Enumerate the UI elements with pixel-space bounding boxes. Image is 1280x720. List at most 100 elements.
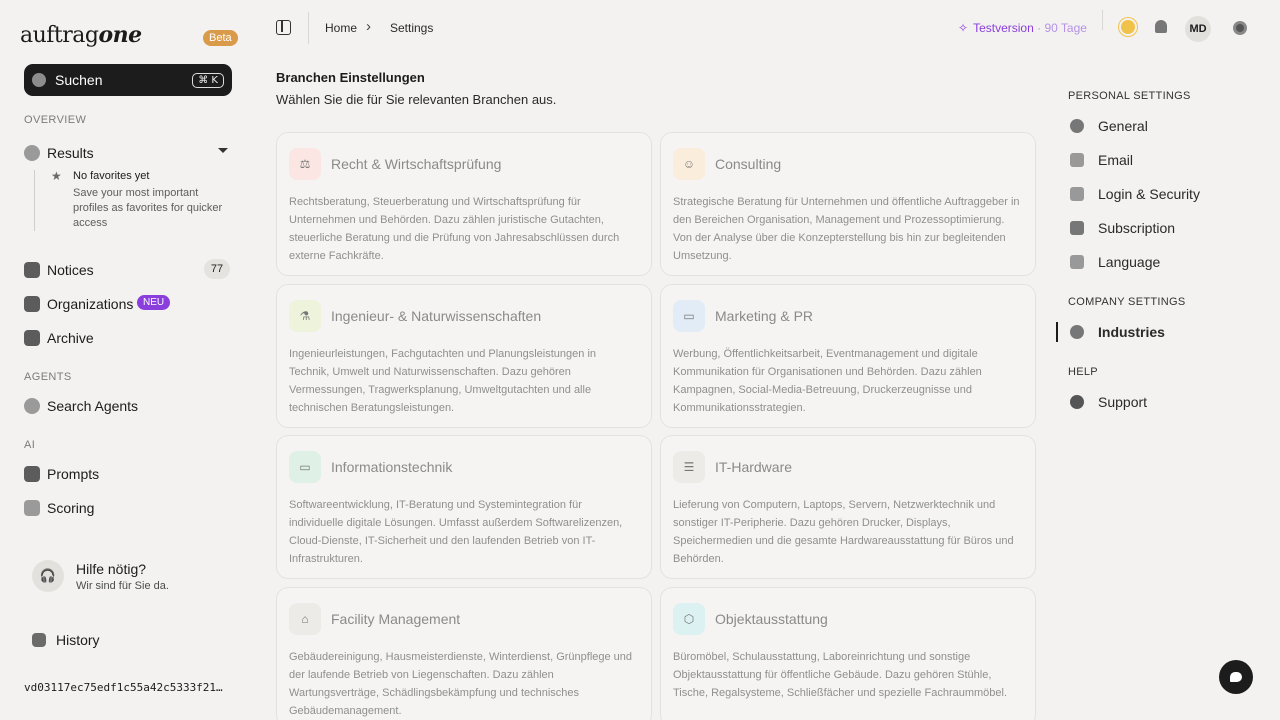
sidebar-item-results[interactable]: Results (24, 145, 94, 161)
scoring-icon (24, 500, 40, 516)
gear-icon[interactable] (1233, 21, 1247, 35)
user-icon (1070, 119, 1084, 133)
sparkle-icon: ✧ (958, 21, 969, 35)
industry-card[interactable]: ⬡ Objektausstattung Büromöbel, Schulauss… (660, 587, 1036, 720)
page-subtitle: Wählen Sie die für Sie relevanten Branch… (276, 92, 557, 107)
card-description: Büromöbel, Schulausstattung, Laboreinric… (673, 651, 1008, 699)
breadcrumb-settings: Settings (390, 21, 434, 35)
card-title: Marketing & PR (715, 308, 814, 324)
card-title: Consulting (715, 156, 782, 172)
industry-card[interactable]: ⚖ Recht & Wirtschaftsprüfung Rechtsberat… (276, 132, 652, 276)
card-title: Informationstechnik (331, 459, 453, 475)
settings-item-industries[interactable]: Industries (1070, 324, 1165, 340)
industry-card[interactable]: ☺ Consulting Strategische Beratung für U… (660, 132, 1036, 276)
megaphone-icon: ▭ (673, 300, 705, 332)
flask-icon: ⚗ (289, 300, 321, 332)
divider (308, 12, 309, 44)
search-icon (32, 73, 46, 87)
settings-item-email[interactable]: Email (1070, 152, 1133, 168)
organizations-icon (24, 296, 40, 312)
mail-icon (1070, 153, 1084, 167)
sidebar-item-organizations[interactable]: Organizations (24, 296, 133, 312)
avatar[interactable]: MD (1185, 16, 1211, 42)
help-title: Hilfe nötig? (76, 560, 147, 577)
search-button[interactable]: Suchen ⌘ K (24, 64, 232, 96)
favorites-empty: ★ No favorites yet Save your most importa… (34, 169, 234, 231)
monitor-icon: ▭ (289, 451, 321, 483)
history-icon (32, 633, 46, 647)
star-icon: ★ (51, 169, 62, 183)
card-title: Recht & Wirtschaftsprüfung (331, 156, 502, 172)
language-icon (1070, 255, 1084, 269)
shield-icon (1070, 187, 1084, 201)
industry-card[interactable]: ⚗ Ingenieur- & Naturwissenschaften Ingen… (276, 284, 652, 428)
card-description: Gebäudereinigung, Hausmeisterdienste, Wi… (289, 651, 633, 717)
chip-icon (24, 466, 40, 482)
headset-icon: 🎧 (32, 560, 64, 592)
search-shortcut: ⌘ K (192, 72, 224, 88)
version-hash: vd03117ec75edf1c55a42c5333f21… (24, 681, 223, 694)
card-description: Softwareentwicklung, IT-Beratung und Sys… (289, 499, 623, 565)
help-card[interactable]: 🎧 Hilfe nötig? Wir sind für Sie da. (24, 552, 234, 600)
settings-item-general[interactable]: General (1070, 118, 1148, 134)
archive-icon (24, 330, 40, 346)
divider (1102, 10, 1103, 30)
sidebar-item-archive[interactable]: Archive (24, 330, 94, 346)
beta-badge: Beta (203, 30, 238, 46)
settings-item-language[interactable]: Language (1070, 254, 1160, 270)
card-description: Werbung, Öffentlichkeitsarbeit, Eventman… (673, 348, 982, 414)
industry-card[interactable]: ☰ IT-Hardware Lieferung von Computern, L… (660, 435, 1036, 579)
notices-count: 77 (204, 259, 230, 279)
topbar: Home › Settings ✧ Testversion · 90 Tage M… (248, 0, 1280, 56)
chat-button[interactable] (1219, 660, 1253, 694)
industry-card[interactable]: ▭ Marketing & PR Werbung, Öffentlichkeit… (660, 284, 1036, 428)
people-icon: ☺ (673, 148, 705, 180)
history-button[interactable]: History (32, 632, 100, 648)
lifebuoy-icon (1070, 395, 1084, 409)
active-indicator (1056, 322, 1058, 342)
section-agents: AGENTS (24, 371, 72, 383)
card-description: Strategische Beratung für Unternehmen un… (673, 196, 1020, 262)
sun-icon[interactable] (1121, 20, 1135, 34)
search-agent-icon (24, 398, 40, 414)
logo[interactable]: auftragone (20, 22, 142, 48)
card-description: Lieferung von Computern, Laptops, Server… (673, 499, 1014, 565)
house-icon: ⌂ (289, 603, 321, 635)
card-title: Facility Management (331, 611, 461, 627)
section-overview: OVERVIEW (24, 114, 87, 126)
server-icon: ☰ (673, 451, 705, 483)
settings-item-support[interactable]: Support (1070, 394, 1147, 410)
sidebar-item-prompts[interactable]: Prompts (24, 466, 99, 482)
card-title: IT-Hardware (715, 459, 793, 475)
section-help: HELP (1068, 366, 1098, 378)
chevron-down-icon[interactable] (218, 148, 228, 153)
scale-icon: ⚖ (289, 148, 321, 180)
section-personal-settings: PERSONAL SETTINGS (1068, 90, 1191, 102)
breadcrumb-home[interactable]: Home (325, 21, 357, 35)
trial-status[interactable]: ✧ Testversion · 90 Tage (958, 21, 1087, 35)
bell-icon[interactable] (1155, 20, 1167, 33)
sidebar-item-scoring[interactable]: Scoring (24, 500, 94, 516)
notices-icon (24, 262, 40, 278)
search-label: Suchen (55, 72, 103, 88)
card-description: Rechtsberatung, Steuerberatung und Wirts… (289, 196, 620, 262)
industry-card[interactable]: ⌂ Facility Management Gebäudereinigung, … (276, 587, 652, 720)
page-title: Branchen Einstellungen (276, 70, 425, 85)
sidebar-item-notices[interactable]: Notices (24, 262, 94, 278)
chevron-right-icon: › (366, 18, 371, 35)
chat-icon (1230, 672, 1242, 682)
card-icon (1070, 221, 1084, 235)
card-title: Objektausstattung (715, 611, 828, 627)
tag-icon (1070, 325, 1084, 339)
sidebar-item-search-agents[interactable]: Search Agents (24, 398, 138, 414)
industry-card[interactable]: ▭ Informationstechnik Softwareentwicklun… (276, 435, 652, 579)
box-icon: ⬡ (673, 603, 705, 635)
settings-item-subscription[interactable]: Subscription (1070, 220, 1175, 236)
sidebar: auftragone Beta Suchen ⌘ K OVERVIEW Resu… (0, 0, 248, 720)
settings-item-login-security[interactable]: Login & Security (1070, 186, 1200, 202)
card-title: Ingenieur- & Naturwissenschaften (331, 308, 542, 324)
card-description: Ingenieurleistungen, Fachgutachten und P… (289, 348, 597, 414)
help-subtitle: Wir sind für Sie da. (76, 579, 169, 592)
new-badge: NEU (137, 295, 171, 310)
sidebar-toggle-icon[interactable] (276, 20, 291, 35)
